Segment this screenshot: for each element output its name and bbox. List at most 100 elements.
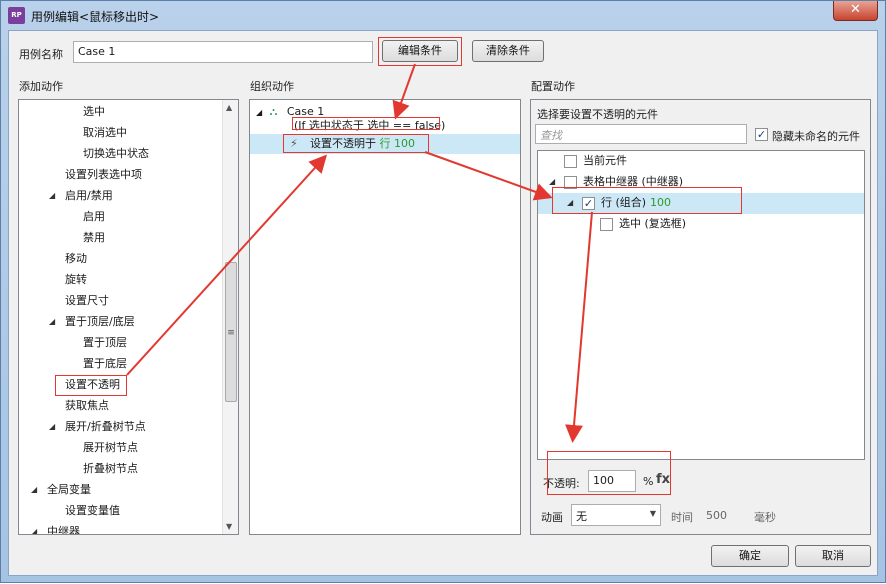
widget-tree-label: 表格中继器 (中继器): [583, 175, 684, 188]
action-row[interactable]: ⚡ 设置不透明于 行 100: [250, 134, 520, 154]
add-action-item[interactable]: ◢ 全局变量: [19, 480, 219, 500]
add-action-item[interactable]: 置于底层: [19, 354, 219, 374]
time-label: 时间: [671, 511, 693, 524]
fx-button[interactable]: fx: [656, 472, 670, 487]
collapse-triangle-icon[interactable]: ◢: [49, 417, 55, 437]
opacity-input[interactable]: 100: [588, 470, 636, 492]
cancel-button[interactable]: 取消: [795, 545, 871, 567]
add-action-item[interactable]: 启用: [19, 207, 219, 227]
add-action-item-label: 置于底层: [83, 357, 127, 370]
widget-tree-row[interactable]: 当前元件: [538, 151, 864, 172]
animation-selected: 无: [576, 510, 587, 523]
ok-button[interactable]: 确定: [711, 545, 789, 567]
configure-action-heading: 配置动作: [531, 80, 575, 93]
add-action-item-label: 获取焦点: [65, 399, 109, 412]
edit-condition-button[interactable]: 编辑条件: [382, 40, 458, 62]
animation-label: 动画: [541, 511, 563, 524]
add-action-item-label: 设置不透明: [65, 378, 120, 391]
collapse-triangle-icon[interactable]: ◢: [31, 522, 37, 534]
clear-condition-button[interactable]: 清除条件: [472, 40, 544, 62]
add-action-item-label: 旋转: [65, 273, 87, 286]
add-action-item[interactable]: 折叠树节点: [19, 459, 219, 479]
widget-tree-label: 行 (组合): [601, 196, 647, 209]
title-bar[interactable]: RP 用例编辑<鼠标移出时> ✕: [1, 1, 885, 30]
hide-unnamed-label: 隐藏未命名的元件: [772, 130, 860, 143]
add-action-item-label: 移动: [65, 252, 87, 265]
add-action-item-label: 置于顶层/底层: [65, 315, 135, 328]
widget-checkbox[interactable]: [564, 176, 577, 189]
widget-tree-label: 选中 (复选框): [619, 217, 687, 230]
add-action-item[interactable]: 禁用: [19, 228, 219, 248]
widget-checkbox[interactable]: [564, 155, 577, 168]
add-action-scrollbar[interactable]: ▲ ≡ ▼: [222, 100, 238, 534]
add-action-item[interactable]: ◢ 置于顶层/底层: [19, 312, 219, 332]
search-input[interactable]: 查找: [535, 124, 747, 144]
add-action-item-label: 切换选中状态: [83, 147, 149, 160]
animation-select[interactable]: 无 ▼: [571, 504, 661, 526]
add-action-item[interactable]: 切换选中状态: [19, 144, 219, 164]
condition-text[interactable]: (If 选中状态于 选中 == false): [294, 116, 445, 136]
collapse-triangle-icon[interactable]: ◢: [31, 480, 37, 500]
add-action-item[interactable]: 移动: [19, 249, 219, 269]
collapse-triangle-icon[interactable]: ◢: [49, 186, 55, 206]
widget-checkbox[interactable]: [600, 218, 613, 231]
add-action-heading: 添加动作: [19, 80, 63, 93]
add-action-item[interactable]: 设置列表选中项: [19, 165, 219, 185]
add-action-item-label: 取消选中: [83, 126, 127, 139]
scroll-down-icon[interactable]: ▼: [226, 522, 232, 531]
add-action-panel: 选中 取消选中 切换选中状态 设置列表选中项 ◢ 启用/禁用 启用 禁用 移动 旋转 设置尺寸 ◢ 置于…: [18, 99, 239, 535]
select-widget-label: 选择要设置不透明的元件: [537, 108, 658, 121]
add-action-item[interactable]: ◢ 中继器: [19, 522, 219, 534]
add-action-item-label: 展开树节点: [83, 441, 138, 454]
case-name-label: 用例名称: [19, 48, 63, 61]
scroll-up-icon[interactable]: ▲: [226, 103, 232, 112]
dialog-body: 用例名称 Case 1 编辑条件 清除条件 添加动作 组织动作 配置动作 选中取…: [8, 30, 878, 576]
add-action-item-label: 启用: [83, 210, 105, 223]
time-value[interactable]: 500: [706, 509, 727, 522]
chevron-down-icon: ▼: [649, 509, 656, 518]
widget-checkbox[interactable]: ✓: [582, 197, 595, 210]
dialog-window: RP 用例编辑<鼠标移出时> ✕ 用例名称 Case 1 编辑条件 清除条件 添…: [0, 0, 886, 583]
add-action-item[interactable]: ◢ 启用/禁用: [19, 186, 219, 206]
add-action-item[interactable]: 选中: [19, 102, 219, 122]
widget-tree-label: 当前元件: [583, 154, 627, 167]
add-action-item-label: 全局变量: [47, 483, 91, 496]
case-name-input[interactable]: Case 1: [73, 41, 373, 63]
add-action-item-label: 展开/折叠树节点: [65, 420, 146, 433]
add-action-item[interactable]: 展开树节点: [19, 438, 219, 458]
widget-tree-panel: 当前元件 ◢ 表格中继器 (中继器) ◢ ✓ 行 (组合) 100 选中 (复选框): [537, 150, 865, 460]
add-action-item-label: 设置变量值: [65, 504, 120, 517]
close-button[interactable]: ✕: [833, 1, 878, 21]
add-action-item[interactable]: ◢ 展开/折叠树节点: [19, 417, 219, 437]
add-action-item[interactable]: 设置变量值: [19, 501, 219, 521]
opacity-unit: %: [643, 475, 654, 488]
add-action-item[interactable]: 设置不透明: [19, 375, 219, 395]
opacity-label: 不透明:: [543, 477, 580, 490]
add-action-item[interactable]: 获取焦点: [19, 396, 219, 416]
add-action-item[interactable]: 旋转: [19, 270, 219, 290]
collapse-triangle-icon[interactable]: ◢: [549, 172, 555, 192]
window-title: 用例编辑<鼠标移出时>: [31, 10, 160, 24]
organize-action-heading: 组织动作: [250, 80, 294, 93]
axure-app-icon: RP: [8, 7, 25, 24]
add-action-item-label: 置于顶层: [83, 336, 127, 349]
widget-tree-row[interactable]: ◢ 表格中继器 (中继器): [538, 172, 864, 193]
add-action-item[interactable]: 设置尺寸: [19, 291, 219, 311]
collapse-triangle-icon[interactable]: ◢: [49, 312, 55, 332]
add-action-item-label: 折叠树节点: [83, 462, 138, 475]
action-target: 行: [379, 137, 391, 150]
add-action-item[interactable]: 置于顶层: [19, 333, 219, 353]
hide-unnamed-checkbox[interactable]: ✓: [755, 128, 768, 141]
lightning-icon: ⚡: [290, 137, 298, 150]
action-value: 100: [394, 137, 415, 150]
organize-action-panel: ◢ ⛬ Case 1 (If 选中状态于 选中 == false) ⚡ 设置不透…: [249, 99, 521, 535]
collapse-triangle-icon: ◢: [256, 108, 263, 117]
case-flow-icon: ⛬: [269, 105, 278, 118]
add-action-item-label: 设置尺寸: [65, 294, 109, 307]
widget-tree-row[interactable]: ◢ ✓ 行 (组合) 100: [538, 193, 864, 214]
scroll-thumb[interactable]: ≡: [225, 262, 237, 402]
add-action-item-label: 启用/禁用: [65, 189, 113, 202]
widget-tree-row[interactable]: 选中 (复选框): [538, 214, 864, 235]
add-action-item[interactable]: 取消选中: [19, 123, 219, 143]
collapse-triangle-icon[interactable]: ◢: [567, 193, 573, 213]
